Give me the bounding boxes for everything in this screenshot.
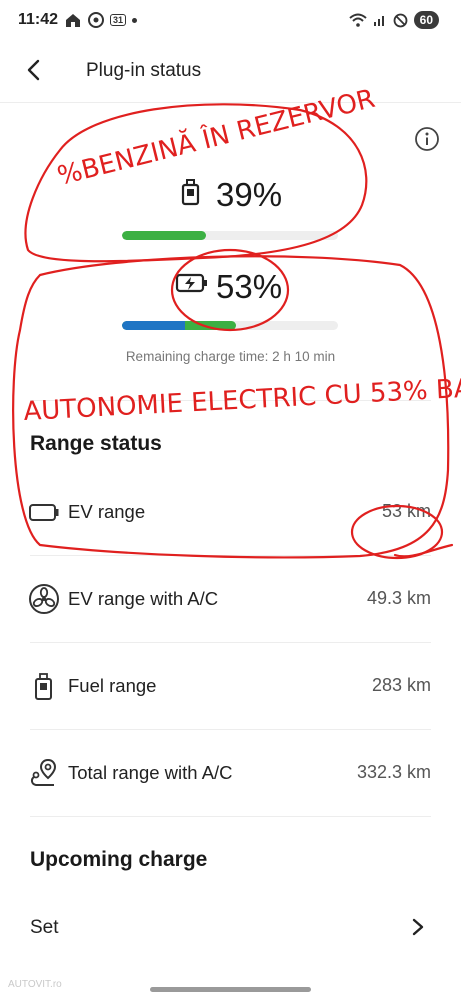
page-title: Plug-in status — [86, 60, 202, 81]
charging-battery-icon — [175, 273, 207, 293]
fuel-pump-icon — [181, 179, 200, 206]
battery-level: 53% — [0, 264, 461, 314]
notification-dot-icon — [132, 17, 138, 23]
home-indicator[interactable] — [150, 987, 311, 992]
fuel-level-bar — [122, 231, 338, 240]
range-value: 53 km — [381, 501, 431, 521]
range-status-title: Range status — [30, 432, 162, 455]
ev-battery-icon — [29, 504, 59, 521]
row-divider — [30, 816, 431, 817]
fuel-level-fill — [122, 231, 207, 240]
chevron-right-icon — [412, 918, 424, 936]
header-divider — [0, 102, 461, 103]
range-value: 332.3 km — [356, 762, 431, 782]
back-arrow-icon[interactable] — [20, 56, 48, 84]
battery-percentage: 53% — [216, 268, 283, 305]
signal-icon — [373, 16, 384, 26]
range-value: 283 km — [371, 675, 431, 695]
range-value: 49.3 km — [366, 588, 431, 608]
do-not-disturb-icon — [393, 13, 408, 27]
status-time: 11:42 — [18, 11, 59, 28]
home-icon — [66, 14, 80, 27]
set-charge-row[interactable]: Set — [0, 900, 461, 956]
status-right-icons: 60 — [348, 11, 439, 29]
info-icon[interactable] — [414, 126, 440, 152]
fuel-level: 39% — [0, 172, 461, 222]
chrome-icon — [88, 12, 104, 28]
range-item-fuel: Fuel range 283 km — [0, 642, 461, 729]
range-label: EV range with A/C — [68, 588, 219, 609]
app-header: Plug-in status — [0, 48, 461, 94]
range-item-ev: EV range 53 km — [0, 468, 461, 555]
fuel-pump-icon — [35, 673, 52, 700]
remaining-charge-time: Remaining charge time: 2 h 10 min — [125, 349, 336, 364]
fan-icon — [29, 584, 59, 614]
range-label: Total range with A/C — [68, 762, 233, 783]
range-label: Fuel range — [68, 675, 157, 696]
set-label: Set — [30, 917, 59, 938]
fuel-percentage: 39% — [216, 176, 283, 213]
battery-level-badge: 60 — [413, 11, 439, 29]
watermark: AUTOVIT.ro — [8, 979, 62, 990]
range-item-total: Total range with A/C 332.3 km — [0, 729, 461, 816]
range-label: EV range — [68, 501, 146, 522]
section-divider — [30, 400, 431, 401]
battery-ev-fill — [122, 321, 185, 330]
range-item-ev-ac: EV range with A/C 49.3 km — [0, 555, 461, 642]
battery-level-bar — [122, 321, 338, 330]
status-bar: 11:42 31 60 — [0, 0, 461, 42]
status-left-icons: 31 — [64, 12, 138, 28]
upcoming-charge-title: Upcoming charge — [30, 848, 208, 871]
calendar-icon: 31 — [110, 14, 127, 26]
annotation-range-note: AUTONOMIE ELECTRIC CU 53% BATERIE — [23, 370, 461, 427]
route-pin-icon — [30, 758, 57, 786]
wifi-icon — [348, 13, 367, 27]
